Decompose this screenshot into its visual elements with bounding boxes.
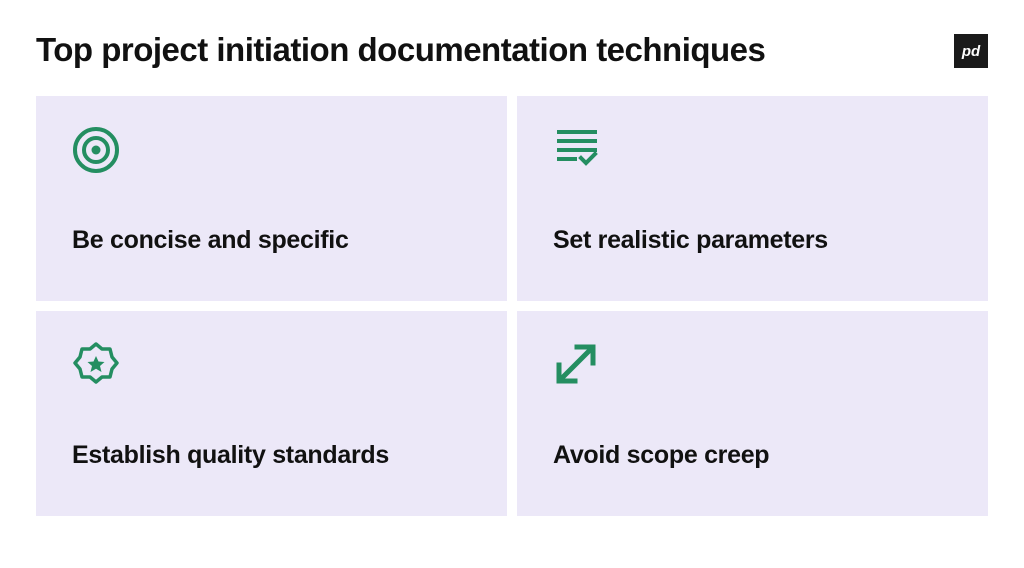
brand-logo-text: pd: [962, 43, 980, 60]
card-label: Avoid scope creep: [553, 441, 952, 470]
cards-grid: Be concise and specific Set realistic pa…: [36, 96, 988, 516]
card-label: Establish quality standards: [72, 441, 471, 470]
card-parameters: Set realistic parameters: [517, 96, 988, 301]
checklist-icon: [553, 126, 952, 176]
header: Top project initiation documentation tec…: [36, 32, 988, 68]
card-scope: Avoid scope creep: [517, 311, 988, 516]
star-badge-icon: [72, 341, 471, 391]
expand-arrow-icon: [553, 341, 952, 391]
card-label: Set realistic parameters: [553, 226, 952, 255]
target-icon: [72, 126, 471, 176]
card-quality: Establish quality standards: [36, 311, 507, 516]
card-label: Be concise and specific: [72, 226, 471, 255]
card-concise: Be concise and specific: [36, 96, 507, 301]
page-title: Top project initiation documentation tec…: [36, 32, 765, 68]
brand-logo: pd: [954, 34, 988, 68]
